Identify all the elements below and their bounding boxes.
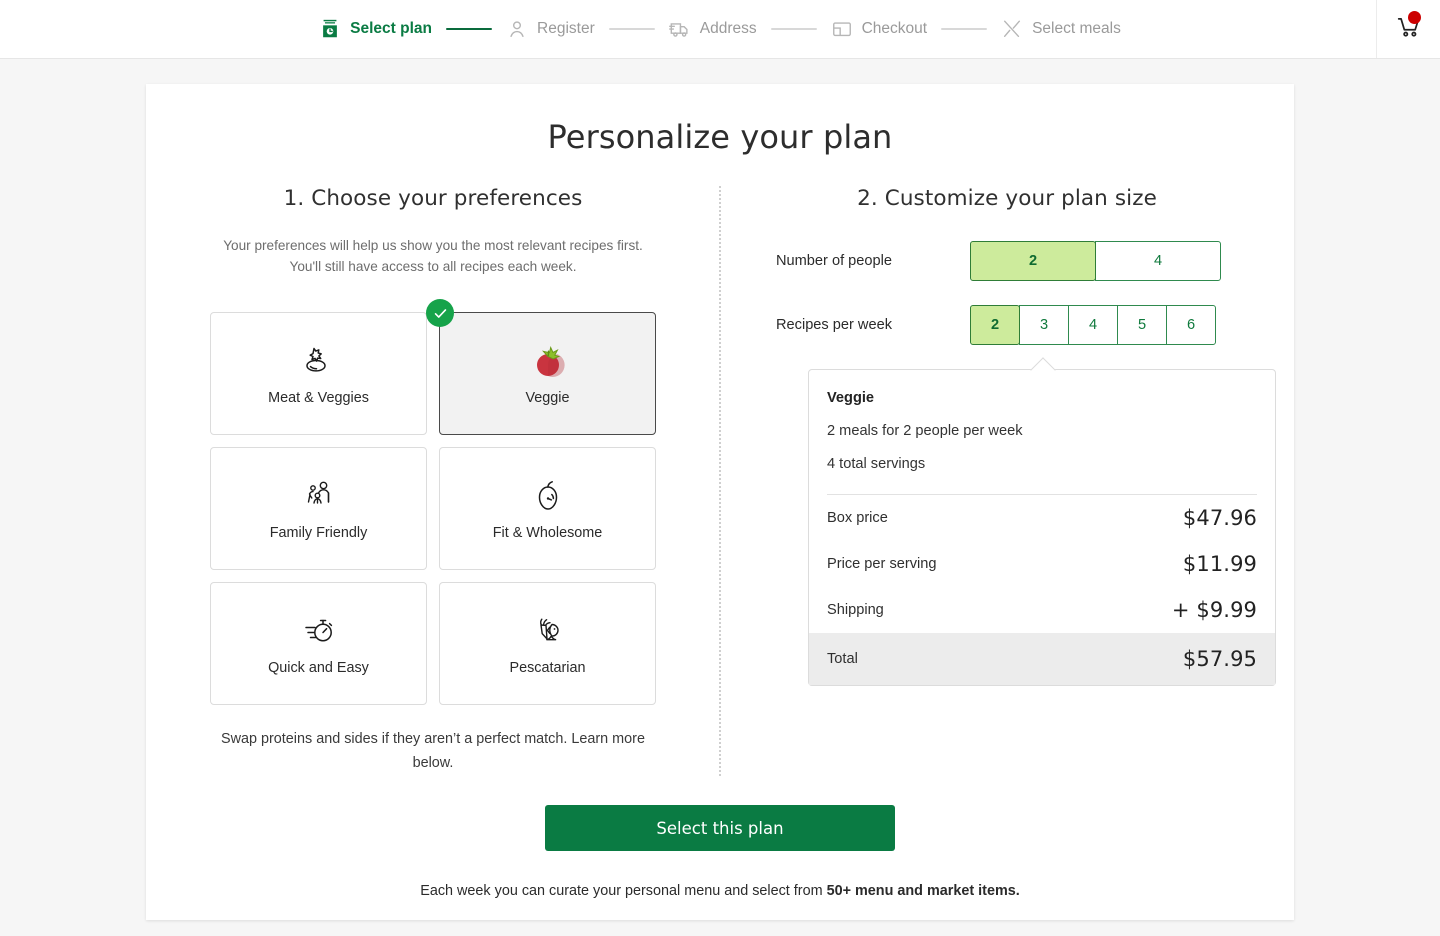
summary-details: Veggie 2 meals for 2 people per week 4 t… [809, 370, 1275, 495]
select-this-plan-button[interactable]: Select this plan [545, 805, 895, 851]
carrot-fish-icon [528, 612, 568, 650]
plan-card: Personalize your plan 1. Choose your pre… [146, 84, 1294, 920]
price-row-box-price: Box price $47.96 [809, 495, 1275, 541]
recipes-per-week-row: Recipes per week 2 3 4 5 6 [776, 305, 1294, 345]
step-label: Select meals [1032, 20, 1121, 38]
two-column-layout: 1. Choose your preferences Your preferen… [146, 186, 1294, 775]
price-row-shipping: Shipping + $9.99 [809, 587, 1275, 633]
preferences-grid: Meat & Veggies [210, 312, 656, 705]
price-label: Box price [827, 510, 888, 526]
swap-note: Swap proteins and sides if they aren’t a… [207, 727, 659, 775]
plan-size-title: 2. Customize your plan size [720, 186, 1294, 211]
step-connector-1 [446, 28, 492, 31]
footer-note-bold: 50+ menu and market items. [827, 883, 1020, 899]
step-select-meals[interactable]: Select meals [1001, 18, 1121, 40]
apple-icon [528, 477, 568, 515]
preference-option-family-friendly[interactable]: Family Friendly [210, 447, 427, 570]
recipes-option-4[interactable]: 4 [1068, 305, 1118, 345]
price-label: Shipping [827, 602, 884, 618]
box-clock-icon [319, 18, 341, 40]
preference-label: Pescatarian [510, 660, 586, 676]
step-label: Register [537, 20, 595, 38]
people-option-4[interactable]: 4 [1095, 241, 1221, 281]
preference-option-pescatarian[interactable]: Pescatarian [439, 582, 656, 705]
page-title: Personalize your plan [146, 118, 1294, 156]
plan-size-column: 2. Customize your plan size Number of pe… [720, 186, 1294, 775]
price-value: $11.99 [1183, 552, 1257, 576]
number-of-people-label: Number of people [776, 253, 970, 269]
number-of-people-segmented-control[interactable]: 2 4 [970, 241, 1221, 281]
top-progress-header: Select plan Register Addre [0, 0, 1440, 59]
plan-size-controls: Number of people 2 4 Recipes per week 2 … [720, 241, 1294, 686]
cta-section: Select this plan Each week you can curat… [146, 805, 1294, 899]
recipes-option-3[interactable]: 3 [1019, 305, 1069, 345]
recipes-per-week-label: Recipes per week [776, 317, 970, 333]
meat-veggies-icon [299, 342, 339, 380]
preference-label: Family Friendly [270, 525, 368, 541]
step-select-plan[interactable]: Select plan [319, 18, 432, 40]
summary-servings-line: 4 total servings [827, 456, 1257, 472]
preference-label: Meat & Veggies [268, 390, 369, 406]
price-row-price-per-serving: Price per serving $11.99 [809, 541, 1275, 587]
step-address[interactable]: Address [669, 18, 757, 40]
footer-note: Each week you can curate your personal m… [146, 883, 1294, 899]
truck-icon [669, 18, 691, 40]
total-label: Total [827, 651, 858, 667]
preferences-description: Your preferences will help us show you t… [212, 235, 654, 277]
user-icon [506, 18, 528, 40]
cutlery-icon [1001, 18, 1023, 40]
footer-note-prefix: Each week you can curate your personal m… [420, 883, 826, 899]
plan-summary-panel: Veggie 2 meals for 2 people per week 4 t… [808, 369, 1276, 686]
stopwatch-icon [299, 612, 339, 650]
cart-badge [1408, 11, 1421, 24]
step-connector-4 [941, 28, 987, 30]
price-row-total: Total $57.95 [809, 633, 1275, 685]
preferences-column: 1. Choose your preferences Your preferen… [146, 186, 720, 775]
summary-plan-name: Veggie [827, 390, 1257, 406]
step-checkout[interactable]: Checkout [831, 18, 927, 40]
price-value: + $9.99 [1172, 598, 1257, 622]
step-label: Checkout [862, 20, 927, 38]
checkout-stepper: Select plan Register Addre [319, 18, 1121, 40]
people-option-2[interactable]: 2 [970, 241, 1096, 281]
preference-option-veggie[interactable]: Veggie [439, 312, 656, 435]
step-register[interactable]: Register [506, 18, 595, 40]
preference-label: Fit & Wholesome [493, 525, 603, 541]
step-connector-2 [609, 28, 655, 30]
family-icon [299, 477, 339, 515]
recipes-option-6[interactable]: 6 [1166, 305, 1216, 345]
card-icon [831, 18, 853, 40]
preference-label: Quick and Easy [268, 660, 369, 676]
preference-label: Veggie [525, 390, 569, 406]
column-divider [719, 186, 721, 776]
cart-button[interactable] [1376, 0, 1440, 58]
recipes-per-week-segmented-control[interactable]: 2 3 4 5 6 [970, 305, 1216, 345]
step-label: Address [700, 20, 757, 38]
number-of-people-row: Number of people 2 4 [776, 241, 1294, 281]
price-value: $47.96 [1183, 506, 1257, 530]
preference-option-meat-veggies[interactable]: Meat & Veggies [210, 312, 427, 435]
price-label: Price per serving [827, 556, 937, 572]
step-connector-3 [771, 28, 817, 30]
preference-option-quick-and-easy[interactable]: Quick and Easy [210, 582, 427, 705]
preference-option-fit-wholesome[interactable]: Fit & Wholesome [439, 447, 656, 570]
check-icon [426, 299, 454, 327]
recipes-option-2[interactable]: 2 [970, 305, 1020, 345]
recipes-option-5[interactable]: 5 [1117, 305, 1167, 345]
summary-meals-line: 2 meals for 2 people per week [827, 423, 1257, 439]
preferences-title: 1. Choose your preferences [146, 186, 720, 211]
step-label: Select plan [350, 20, 432, 38]
tomato-icon [528, 342, 568, 380]
total-value: $57.95 [1183, 647, 1257, 671]
